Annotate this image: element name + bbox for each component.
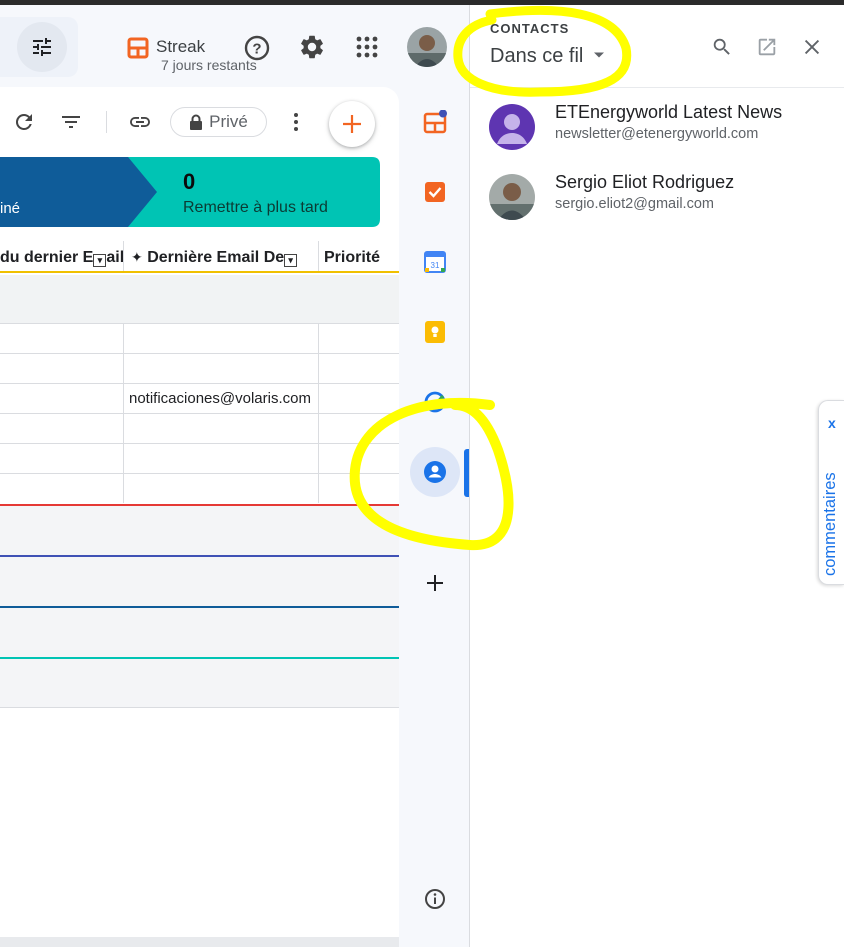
more-options-icon[interactable] bbox=[284, 110, 308, 139]
group-header[interactable] bbox=[0, 275, 399, 323]
column-menu-icon[interactable]: ▾ bbox=[93, 254, 107, 267]
keep-icon[interactable] bbox=[423, 320, 447, 344]
refresh-icon[interactable] bbox=[12, 110, 36, 139]
link-icon[interactable] bbox=[127, 110, 153, 139]
add-addon-icon[interactable] bbox=[423, 571, 447, 595]
gear-icon bbox=[301, 35, 323, 59]
contact-item[interactable]: Sergio Eliot Rodriguez sergio.eliot2@gma… bbox=[470, 168, 844, 228]
contact-avatar bbox=[489, 104, 535, 150]
contact-item[interactable]: ETEnergyworld Latest News newsletter@ete… bbox=[470, 98, 844, 158]
stage-count: 0 bbox=[183, 169, 196, 194]
tasks-icon[interactable] bbox=[423, 180, 447, 204]
column-divider[interactable] bbox=[318, 241, 319, 271]
table-row[interactable] bbox=[0, 323, 399, 353]
tune-icon bbox=[33, 38, 51, 56]
calendar-icon[interactable]: 31 bbox=[423, 250, 447, 274]
comments-tab-label[interactable]: commentaires bbox=[821, 472, 840, 576]
streak-addon-icon[interactable] bbox=[423, 109, 447, 134]
filter-icon[interactable] bbox=[59, 110, 83, 139]
contacts-icon[interactable] bbox=[423, 460, 447, 484]
sparkle-icon: ✦ bbox=[131, 249, 143, 265]
privacy-toggle[interactable]: Privé bbox=[170, 107, 267, 137]
apps-grid-icon bbox=[356, 36, 378, 58]
contact-email: sergio.eliot2@gmail.com bbox=[555, 196, 714, 212]
svg-text:?: ? bbox=[252, 41, 261, 58]
add-box-button[interactable] bbox=[329, 101, 375, 147]
stage-group[interactable] bbox=[0, 659, 399, 708]
streak-logo-icon[interactable] bbox=[127, 37, 149, 64]
horizontal-scrollbar[interactable] bbox=[0, 937, 399, 947]
pipeline-toolbar: Privé bbox=[0, 87, 399, 157]
settings-button[interactable] bbox=[298, 33, 326, 66]
column-divider bbox=[318, 323, 319, 503]
help-icon: ? bbox=[244, 35, 270, 61]
open-in-new-icon[interactable] bbox=[756, 36, 778, 63]
apps-button[interactable] bbox=[355, 35, 379, 64]
column-divider bbox=[123, 323, 124, 503]
comments-side-tab[interactable]: x commentaires bbox=[818, 400, 844, 585]
panel-title: CONTACTS bbox=[490, 21, 570, 36]
contacts-filter-dropdown[interactable]: Dans ce fil bbox=[490, 45, 605, 68]
plus-icon bbox=[343, 115, 361, 133]
streak-name[interactable]: Streak bbox=[156, 37, 205, 57]
column-header-last-email-from[interactable]: ✦ Dernière Email De ▾ bbox=[131, 249, 298, 267]
stage-group[interactable] bbox=[0, 557, 399, 606]
task-check-addon-icon[interactable] bbox=[423, 390, 447, 414]
column-header-priority[interactable]: Priorité bbox=[324, 249, 380, 267]
table-row[interactable] bbox=[0, 353, 399, 383]
contact-email: newsletter@etenergyworld.com bbox=[555, 126, 759, 142]
table-row[interactable] bbox=[0, 473, 399, 503]
search-icon[interactable] bbox=[711, 36, 733, 63]
toolbar-divider bbox=[106, 111, 107, 133]
pipeline-view: Privé iné 0 Remettre à plus tard du dern… bbox=[0, 87, 399, 947]
privacy-label: Privé bbox=[209, 112, 248, 131]
table-cell-email[interactable]: notificaciones@volaris.com bbox=[129, 390, 319, 407]
info-icon[interactable] bbox=[423, 887, 447, 911]
stage-left-label[interactable]: iné bbox=[0, 200, 20, 217]
table-row[interactable] bbox=[0, 443, 399, 473]
table-row[interactable] bbox=[0, 413, 399, 443]
panel-divider bbox=[470, 87, 844, 88]
help-button[interactable]: ? bbox=[242, 33, 272, 68]
stage-group[interactable] bbox=[0, 608, 399, 657]
chevron-down-icon bbox=[593, 52, 604, 58]
svg-text:31: 31 bbox=[431, 261, 440, 270]
close-icon[interactable] bbox=[801, 36, 823, 63]
lock-icon bbox=[190, 114, 203, 130]
stage-label[interactable]: Remettre à plus tard bbox=[183, 199, 328, 217]
side-panel-rail bbox=[399, 87, 469, 947]
contact-name: ETEnergyworld Latest News bbox=[555, 102, 783, 122]
contacts-side-panel: CONTACTS Dans ce fil ETEnergyworld Lates… bbox=[469, 5, 844, 947]
search-options-button[interactable] bbox=[17, 22, 67, 72]
column-header-last-email[interactable]: du dernier E ▾ ail bbox=[0, 249, 124, 267]
contact-name: Sergio Eliot Rodriguez bbox=[555, 172, 735, 192]
comments-close-button[interactable]: x bbox=[828, 415, 836, 431]
account-avatar[interactable] bbox=[407, 27, 447, 67]
column-divider[interactable] bbox=[123, 241, 124, 271]
contact-avatar bbox=[489, 174, 535, 220]
column-menu-icon[interactable]: ▾ bbox=[284, 254, 298, 267]
table-header: du dernier E ▾ ail ✦ Dernière Email De ▾ Pr… bbox=[0, 241, 399, 273]
stage-group[interactable] bbox=[0, 506, 399, 555]
